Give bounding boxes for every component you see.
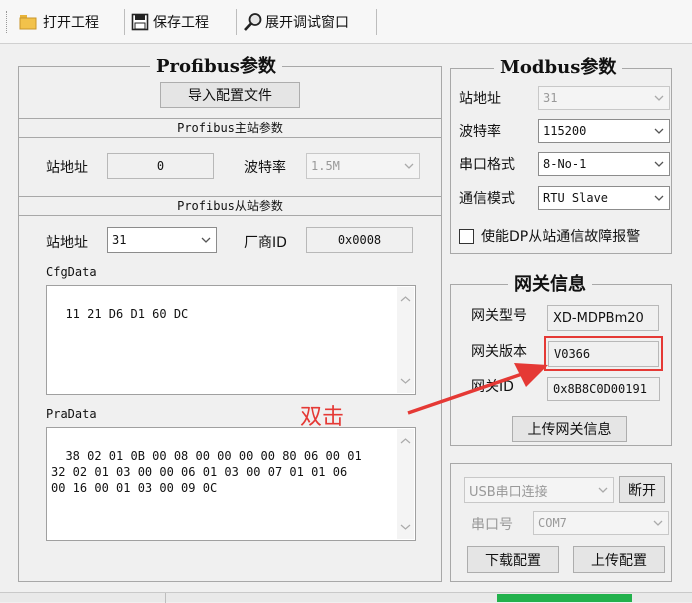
slave-station-value: 31: [112, 233, 127, 247]
folder-icon: [19, 15, 37, 30]
toolbar: 打开工程 保存工程 展开调试窗口: [0, 0, 692, 44]
profibus-title: Profibus参数: [150, 52, 282, 78]
toolbar-separator: [376, 9, 377, 35]
chevron-down-icon: [653, 520, 663, 526]
chevron-down-icon: [201, 237, 211, 243]
chevron-up-icon[interactable]: [400, 437, 411, 445]
slave-station-label: 站地址: [46, 235, 88, 251]
pradata-scrollbar[interactable]: [397, 429, 414, 539]
save-project-label: 保存工程: [153, 15, 209, 31]
dp-alarm-label: 使能DP从站通信故障报警: [481, 229, 641, 245]
cfgdata-value: 11 21 D6 D1 60 DC: [65, 307, 189, 321]
toolbar-separator: [124, 9, 125, 35]
gateway-model-field[interactable]: XD-MDPBm20: [547, 305, 659, 331]
serial-port-value: COM7: [538, 516, 567, 530]
highlight-box: [544, 336, 663, 371]
serial-format-select[interactable]: 8-No-1: [538, 152, 670, 176]
toolbar-grip: [6, 11, 10, 33]
comm-mode-select[interactable]: RTU Slave: [538, 186, 670, 210]
comm-mode-value: RTU Slave: [543, 191, 609, 205]
chevron-down-icon: [654, 95, 664, 101]
modbus-baud-label: 波特率: [459, 124, 501, 140]
arrow-icon: [407, 363, 548, 415]
double-click-annotation: 双击: [300, 405, 345, 430]
comm-mode-label: 通信模式: [459, 191, 515, 207]
status-bar: [0, 592, 692, 603]
serial-format-value: 8-No-1: [543, 157, 587, 171]
connection-mode-select[interactable]: USB串口连接: [464, 477, 614, 503]
dp-alarm-checkbox[interactable]: 使能DP从站通信故障报警: [459, 226, 640, 246]
toolbar-separator: [236, 9, 237, 35]
expand-debug-button[interactable]: 展开调试窗口: [243, 10, 349, 34]
open-project-button[interactable]: 打开工程: [18, 10, 99, 34]
upload-config-button[interactable]: 上传配置: [573, 546, 665, 573]
baud-rate-value: 1.5M: [311, 159, 340, 173]
serial-port-select[interactable]: COM7: [533, 511, 669, 535]
checkbox-box[interactable]: [459, 228, 474, 244]
serial-port-label: 串口号: [471, 517, 513, 533]
modbus-station-label: 站地址: [459, 91, 501, 107]
chevron-down-icon: [404, 163, 414, 169]
disconnect-button[interactable]: 断开: [619, 476, 665, 503]
pradata-textarea[interactable]: 38 02 01 0B 00 08 00 00 00 00 80 06 00 0…: [46, 427, 416, 541]
chevron-down-icon: [598, 487, 608, 493]
search-icon: [244, 13, 262, 31]
chevron-down-icon: [654, 128, 664, 134]
serial-format-label: 串口格式: [459, 157, 515, 173]
gateway-model-label: 网关型号: [471, 308, 527, 324]
modbus-baud-value: 115200: [543, 124, 587, 138]
import-config-button[interactable]: 导入配置文件: [160, 82, 300, 108]
gateway-id-field[interactable]: 0x8B8C0D00191: [547, 377, 660, 401]
vendor-id-field[interactable]: 0x0008: [306, 227, 413, 253]
chevron-down-icon: [654, 161, 664, 167]
modbus-title: Modbus参数: [494, 53, 623, 79]
baud-rate-label: 波特率: [244, 160, 286, 176]
modbus-station-select[interactable]: 31: [538, 86, 670, 110]
master-section-header: Profibus主站参数: [18, 118, 442, 138]
chevron-down-icon: [654, 195, 664, 201]
gateway-title: 网关信息: [508, 270, 592, 296]
chevron-up-icon[interactable]: [400, 295, 411, 303]
connection-mode-value: USB串口连接: [469, 484, 548, 500]
save-icon: [131, 13, 149, 31]
expand-debug-label: 展开调试窗口: [265, 15, 349, 31]
status-indicator: [497, 594, 632, 602]
master-station-field[interactable]: 0: [107, 153, 214, 179]
cfgdata-label: CfgData: [46, 265, 97, 279]
chevron-down-icon[interactable]: [400, 523, 411, 531]
pradata-label: PraData: [46, 407, 97, 421]
slave-section-header: Profibus从站参数: [18, 196, 442, 216]
modbus-baud-select[interactable]: 115200: [538, 119, 670, 143]
master-station-label: 站地址: [46, 160, 88, 176]
download-config-button[interactable]: 下载配置: [467, 546, 559, 573]
open-project-label: 打开工程: [43, 15, 99, 31]
modbus-station-value: 31: [543, 91, 558, 105]
slave-station-select[interactable]: 31: [107, 227, 217, 253]
baud-rate-select[interactable]: 1.5M: [306, 153, 420, 179]
pradata-value: 38 02 01 0B 00 08 00 00 00 00 80 06 00 0…: [51, 449, 362, 495]
save-project-button[interactable]: 保存工程: [131, 10, 209, 34]
vendor-id-label: 厂商ID: [244, 235, 287, 251]
cfgdata-textarea[interactable]: 11 21 D6 D1 60 DC: [46, 285, 416, 395]
